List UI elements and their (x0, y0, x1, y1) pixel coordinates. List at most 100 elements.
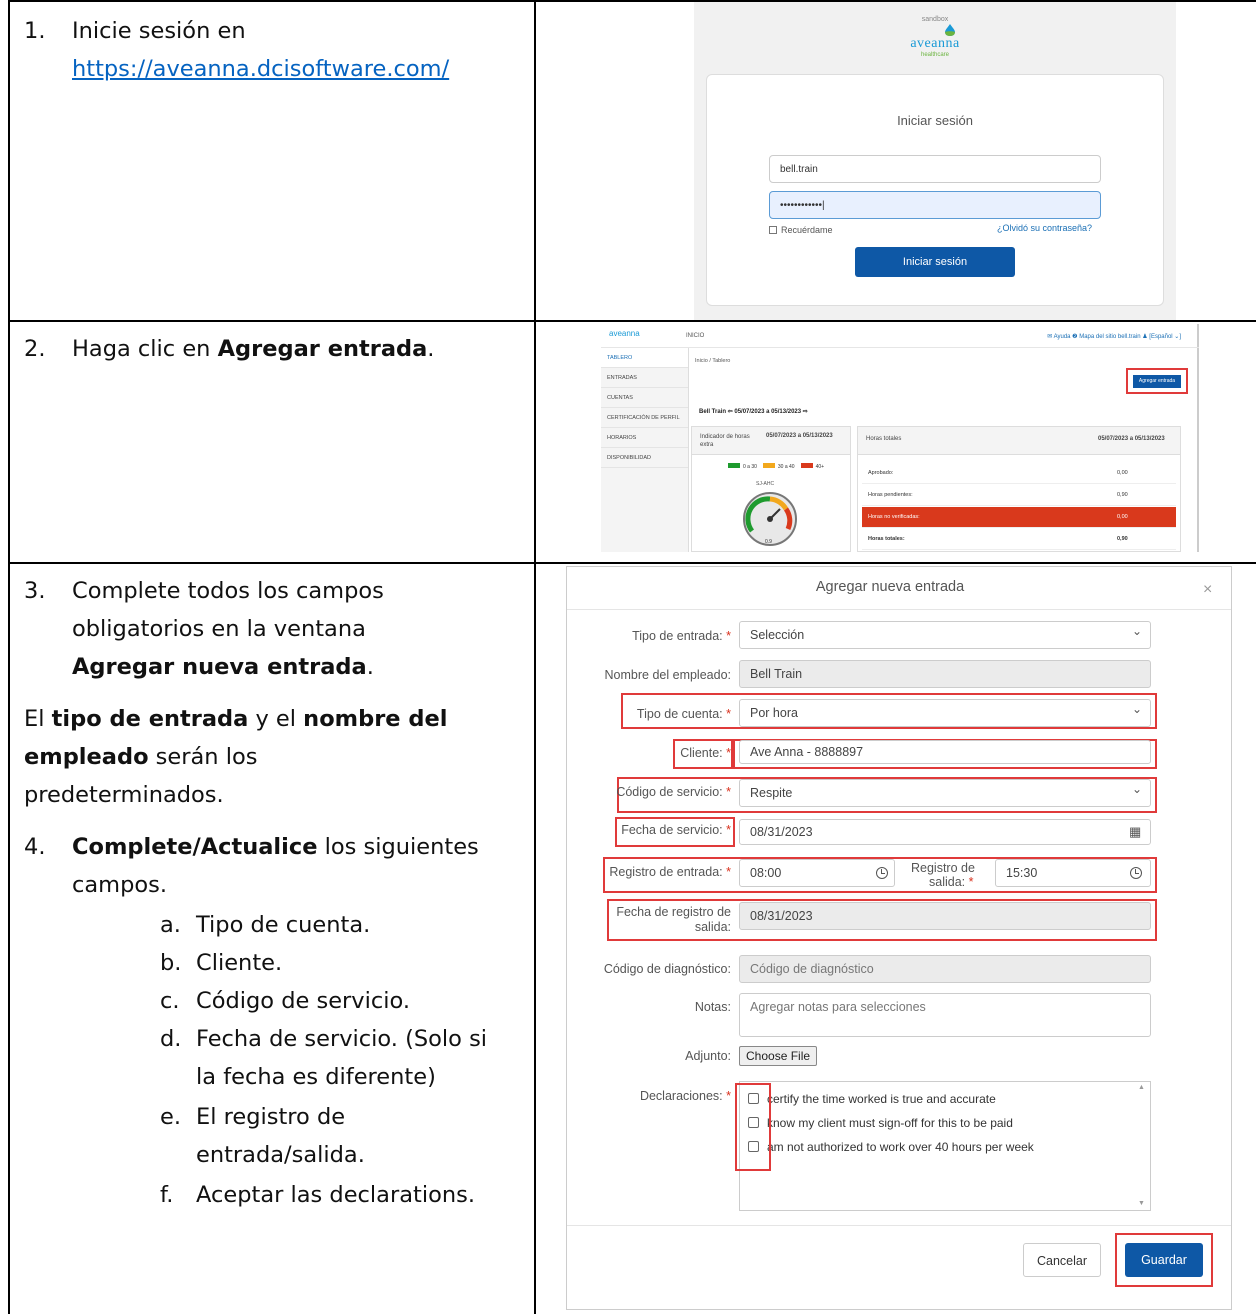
sub-letter: d. (160, 1026, 182, 1052)
sidebar-item-entradas[interactable]: ENTRADAS (601, 368, 688, 388)
notas-label: Notas: (694, 1000, 731, 1014)
gauge-value: 0.9 (765, 539, 772, 545)
label-text: Declaraciones: (639, 1089, 723, 1103)
registro-entrada-label: Registro de entrada: * (607, 865, 731, 879)
week-navigator[interactable]: Bell Train ⇦ 05/07/2023 a 05/13/2023 ⇨ (699, 408, 808, 415)
sub-item-f: Aceptar las declarations. (196, 1182, 475, 1208)
sandbox-label: sandbox (921, 16, 949, 23)
tipo-entrada-select[interactable]: Selección (739, 621, 1151, 649)
overtime-panel: Indicador de horas extra 05/07/2023 a 05… (691, 426, 851, 552)
total-hours-header: Horas totales 05/07/2023 a 05/13/2023 (858, 427, 1180, 455)
clock-icon[interactable] (1130, 867, 1142, 879)
modal-divider (567, 609, 1231, 610)
sidebar-item-horarios[interactable]: HORARIOS (601, 428, 688, 448)
step-number: 3. (24, 578, 46, 604)
step-4-line1: Complete/Actualice los siguientes (72, 828, 479, 866)
p-bold: nombre del (303, 706, 448, 732)
registro-salida-input[interactable]: 15:30 (995, 859, 1151, 887)
tipo-cuenta-select[interactable]: Por hora (739, 699, 1151, 727)
declaration-item[interactable]: am not authorized to work over 40 hours … (748, 1140, 1034, 1154)
cancel-button[interactable]: Cancelar (1023, 1243, 1101, 1277)
cliente-input[interactable]: Ave Anna - 8888897 (739, 740, 1151, 764)
label-text: Fecha de registro de (616, 905, 731, 919)
sub-item-e: El registro de (196, 1104, 346, 1130)
diagnostico-input[interactable]: Código de diagnóstico (739, 955, 1151, 983)
login-title: Iniciar sesión (897, 113, 973, 128)
fecha-salida-label: Fecha de registro de salida: (607, 905, 731, 935)
fecha-salida-field: 08/31/2023 (739, 902, 1151, 930)
nav-inicio[interactable]: INICIO (686, 333, 704, 339)
login-screenshot: sandbox aveanna healthcare Iniciar sesió… (694, 2, 1176, 320)
password-input[interactable]: ••••••••••••| (769, 191, 1101, 219)
label-text: Tipo de entrada: (632, 629, 723, 643)
scroll-down-icon[interactable]: ▼ (1138, 1200, 1145, 1207)
sub-item-e-cont: entrada/salida. (196, 1142, 365, 1168)
save-button[interactable]: Guardar (1125, 1243, 1203, 1277)
dashboard-screenshot: aveanna INICIO ✉ Ayuda ❷ Mapa del sitio … (601, 324, 1199, 552)
registro-entrada-input[interactable]: 08:00 (739, 859, 895, 887)
codigo-servicio-select[interactable]: Respite (739, 779, 1151, 807)
sub-letter: a. (160, 912, 181, 938)
gauge-label: SJ-AHC (756, 481, 775, 487)
legend-swatch-red (800, 463, 813, 468)
p-bold: empleado (24, 744, 149, 770)
hours-label: Horas pendientes: (868, 492, 913, 498)
login-url-link[interactable]: https://aveanna.dcisoftware.com/ (72, 56, 449, 82)
sidebar-item-cuentas[interactable]: CUENTAS (601, 388, 688, 408)
legend-swatch-green (728, 463, 740, 468)
declaraciones-label: Declaraciones: * (607, 1089, 731, 1103)
required-mark: * (726, 865, 731, 879)
total-hours-range: 05/07/2023 a 05/13/2023 (1098, 436, 1165, 442)
hours-row: Horas totales: 0,90 (862, 529, 1176, 550)
aveanna-logo-sub: healthcare (920, 52, 950, 58)
step-1-cell: 1. Inicie sesión en https://aveanna.dcis… (8, 0, 536, 322)
forgot-password-link[interactable]: ¿Olvidó su contraseña? (997, 223, 1092, 233)
label-text: salida: (929, 875, 966, 889)
add-entry-button[interactable]: Agregar entrada (1133, 375, 1181, 388)
checkbox-icon (769, 226, 777, 234)
hours-value: 0,00 (1117, 470, 1128, 476)
hours-value: 0,90 (1117, 536, 1128, 542)
declaration-item[interactable]: certify the time worked is true and accu… (748, 1092, 996, 1106)
legend-label: 40+ (815, 464, 825, 470)
calendar-icon[interactable]: ▦ (1129, 824, 1141, 840)
p-text: El (24, 706, 52, 732)
hours-value: 0,00 (1117, 514, 1128, 520)
overtime-range: 05/07/2023 a 05/13/2023 (766, 433, 833, 439)
dashboard-logo: aveanna (609, 329, 640, 338)
declaration-text: certify the time worked is true and accu… (767, 1092, 996, 1106)
declaration-item[interactable]: know my client must sign-off for this to… (748, 1116, 1013, 1130)
login-button[interactable]: Iniciar sesión (855, 247, 1015, 277)
label-text: Código de servicio: (616, 785, 723, 799)
sub-item-c: Código de servicio. (196, 988, 411, 1014)
sidebar-item-tablero[interactable]: TABLERO (601, 348, 688, 368)
fecha-servicio-input[interactable]: 08/31/2023 (739, 819, 1151, 845)
diagnostico-label: Código de diagnóstico: (603, 962, 731, 976)
choose-file-button[interactable]: Choose File (739, 1046, 818, 1066)
label-text: Registro de entrada: (609, 865, 723, 879)
clock-icon[interactable] (876, 867, 888, 879)
topbar-right-links[interactable]: ✉ Ayuda ❷ Mapa del sitio bell.train ♟ [E… (1047, 333, 1181, 340)
hours-label: Horas totales: (868, 536, 905, 542)
tipo-entrada-label: Tipo de entrada: * (607, 629, 731, 643)
required-mark: * (726, 707, 731, 721)
sub-letter: e. (160, 1104, 181, 1130)
declarations-box: certify the time worked is true and accu… (739, 1081, 1151, 1211)
scroll-up-icon[interactable]: ▲ (1138, 1084, 1145, 1091)
sidebar-item-certificacion[interactable]: CERTIFICACIÓN DE PERFIL (601, 408, 688, 428)
step-number: 4. (24, 834, 46, 860)
sidebar-item-disponibilidad[interactable]: DISPONIBILIDAD (601, 448, 688, 468)
notas-textarea[interactable]: Agregar notas para selecciones (739, 993, 1151, 1037)
required-mark: * (726, 1089, 731, 1103)
nombre-label: Nombre del empleado: (604, 668, 731, 682)
remember-me-checkbox[interactable]: Recuérdame (769, 225, 833, 235)
declaration-text: know my client must sign-off for this to… (767, 1116, 1013, 1130)
hours-row: Horas pendientes: 0,90 (862, 485, 1176, 506)
label-text: Tipo de cuenta: (636, 707, 723, 721)
close-icon[interactable]: × (1203, 581, 1212, 599)
add-entry-modal-screenshot: Agregar nueva entrada × Tipo de entrada:… (566, 566, 1232, 1310)
step-4-bold: Complete/Actualice (72, 834, 318, 860)
sub-item-b: Cliente. (196, 950, 283, 976)
label-text: Registro de (911, 861, 975, 875)
username-input[interactable]: bell.train (769, 155, 1101, 183)
